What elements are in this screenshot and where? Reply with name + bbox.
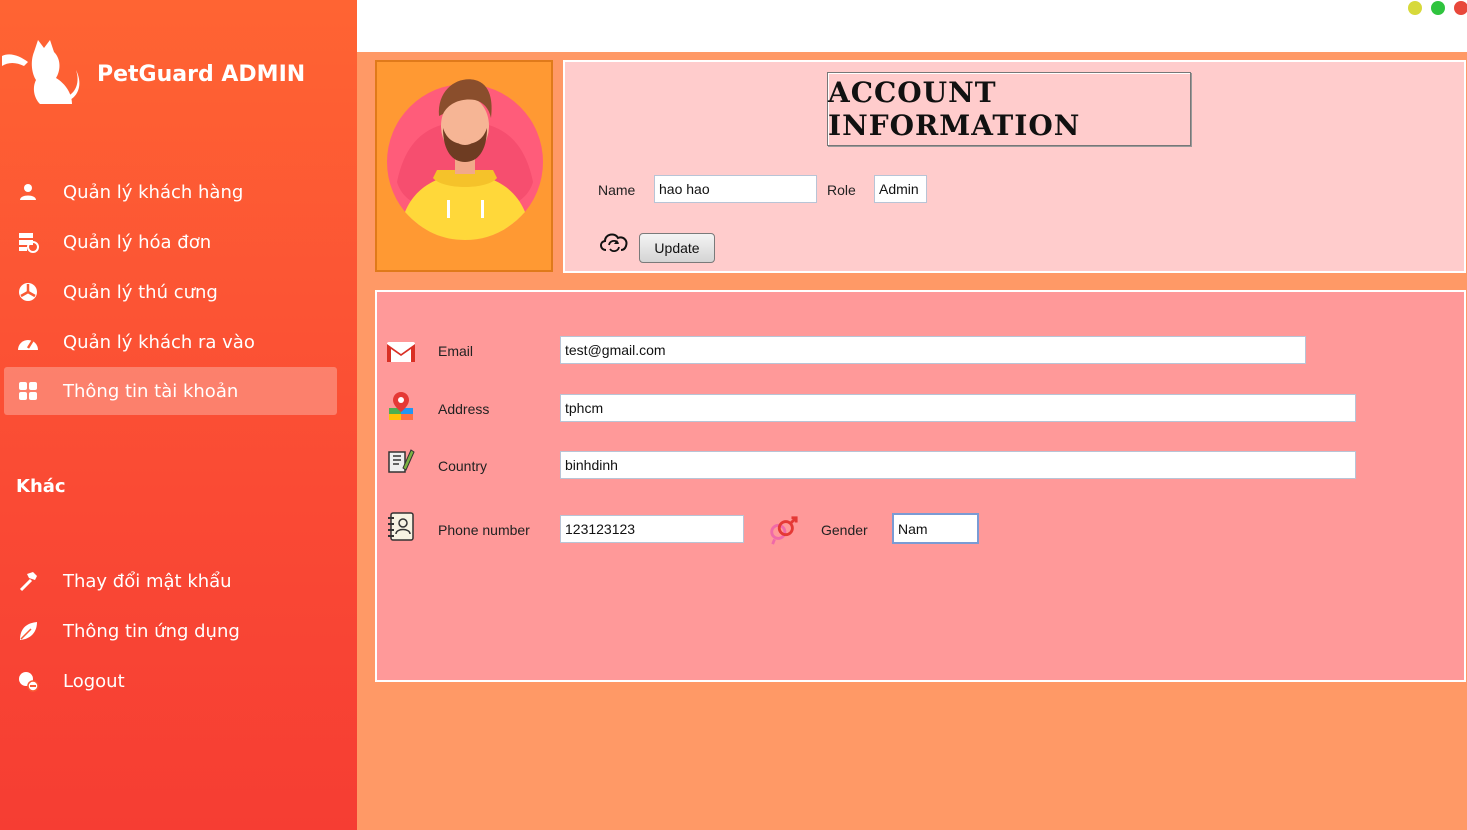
account-detail-panel: Email Address Country Phone number Gende… [375, 290, 1466, 682]
country-field[interactable] [560, 451, 1356, 479]
phone-field[interactable] [560, 515, 744, 543]
invoice-icon [16, 230, 40, 254]
leaf-icon [16, 619, 40, 643]
sidebar-item-label: Quản lý thú cưng [63, 281, 218, 303]
contact-book-icon [388, 512, 414, 541]
sidebar-item-label: Logout [63, 670, 125, 692]
email-label: Email [438, 343, 474, 359]
cloud-sync-icon [600, 233, 628, 252]
address-label: Address [438, 401, 490, 417]
avatar [387, 79, 543, 240]
sidebar-item-app-info[interactable]: Thông tin ứng dụng [4, 607, 337, 655]
address-field[interactable] [560, 394, 1356, 422]
speedometer-icon [16, 330, 40, 354]
name-field[interactable] [654, 175, 817, 203]
hammer-icon [16, 569, 40, 593]
email-field[interactable] [560, 336, 1306, 364]
sidebar-item-logout[interactable]: Logout [4, 657, 337, 705]
pet-icon [16, 280, 40, 304]
close-button[interactable] [1454, 1, 1467, 15]
user-icon [16, 180, 40, 204]
logout-icon [16, 669, 40, 693]
section-other-label: Khác [16, 476, 66, 497]
sidebar-item-label: Quản lý khách ra vào [63, 331, 255, 353]
maximize-button[interactable] [1431, 1, 1445, 15]
country-label: Country [438, 458, 488, 474]
country-icon [388, 449, 415, 473]
page-title: ACCOUNT INFORMATION [827, 72, 1191, 146]
role-label: Role [827, 182, 856, 198]
sidebar-item-label: Thông tin tài khoản [63, 380, 239, 402]
grid-icon [16, 379, 40, 403]
gmail-icon [387, 342, 415, 362]
minimize-button[interactable] [1408, 1, 1422, 15]
gender-icon [770, 516, 798, 545]
cat-logo-icon [2, 40, 80, 104]
sidebar-item-label: Thông tin ứng dụng [63, 620, 240, 642]
brand: PetGuard ADMIN [0, 38, 357, 108]
sidebar-item-label: Quản lý hóa đơn [63, 231, 212, 253]
update-button[interactable]: Update [639, 233, 715, 263]
app-title: PetGuard ADMIN [97, 62, 306, 87]
phone-label: Phone number [438, 522, 530, 538]
sidebar-item-customers[interactable]: Quản lý khách hàng [4, 168, 337, 216]
gender-label: Gender [821, 522, 868, 538]
sidebar-item-change-password[interactable]: Thay đổi mật khẩu [4, 557, 337, 605]
sidebar-item-label: Thay đổi mật khẩu [63, 570, 232, 592]
sidebar-item-account-info[interactable]: Thông tin tài khoản [4, 367, 337, 415]
sidebar-item-invoices[interactable]: Quản lý hóa đơn [4, 218, 337, 266]
sidebar-item-pets[interactable]: Quản lý thú cưng [4, 268, 337, 316]
sidebar: PetGuard ADMIN Quản lý khách hàng Quản l… [0, 0, 357, 830]
sidebar-item-label: Quản lý khách hàng [63, 181, 244, 203]
top-bar [357, 0, 1467, 52]
role-field[interactable] [874, 175, 927, 203]
sidebar-item-visitors[interactable]: Quản lý khách ra vào [4, 318, 337, 366]
gender-field[interactable] [892, 513, 979, 544]
avatar-panel [375, 60, 553, 272]
map-pin-icon [389, 392, 413, 420]
account-info-panel: ACCOUNT INFORMATION Name Role Update [563, 60, 1466, 273]
name-label: Name [598, 182, 636, 198]
